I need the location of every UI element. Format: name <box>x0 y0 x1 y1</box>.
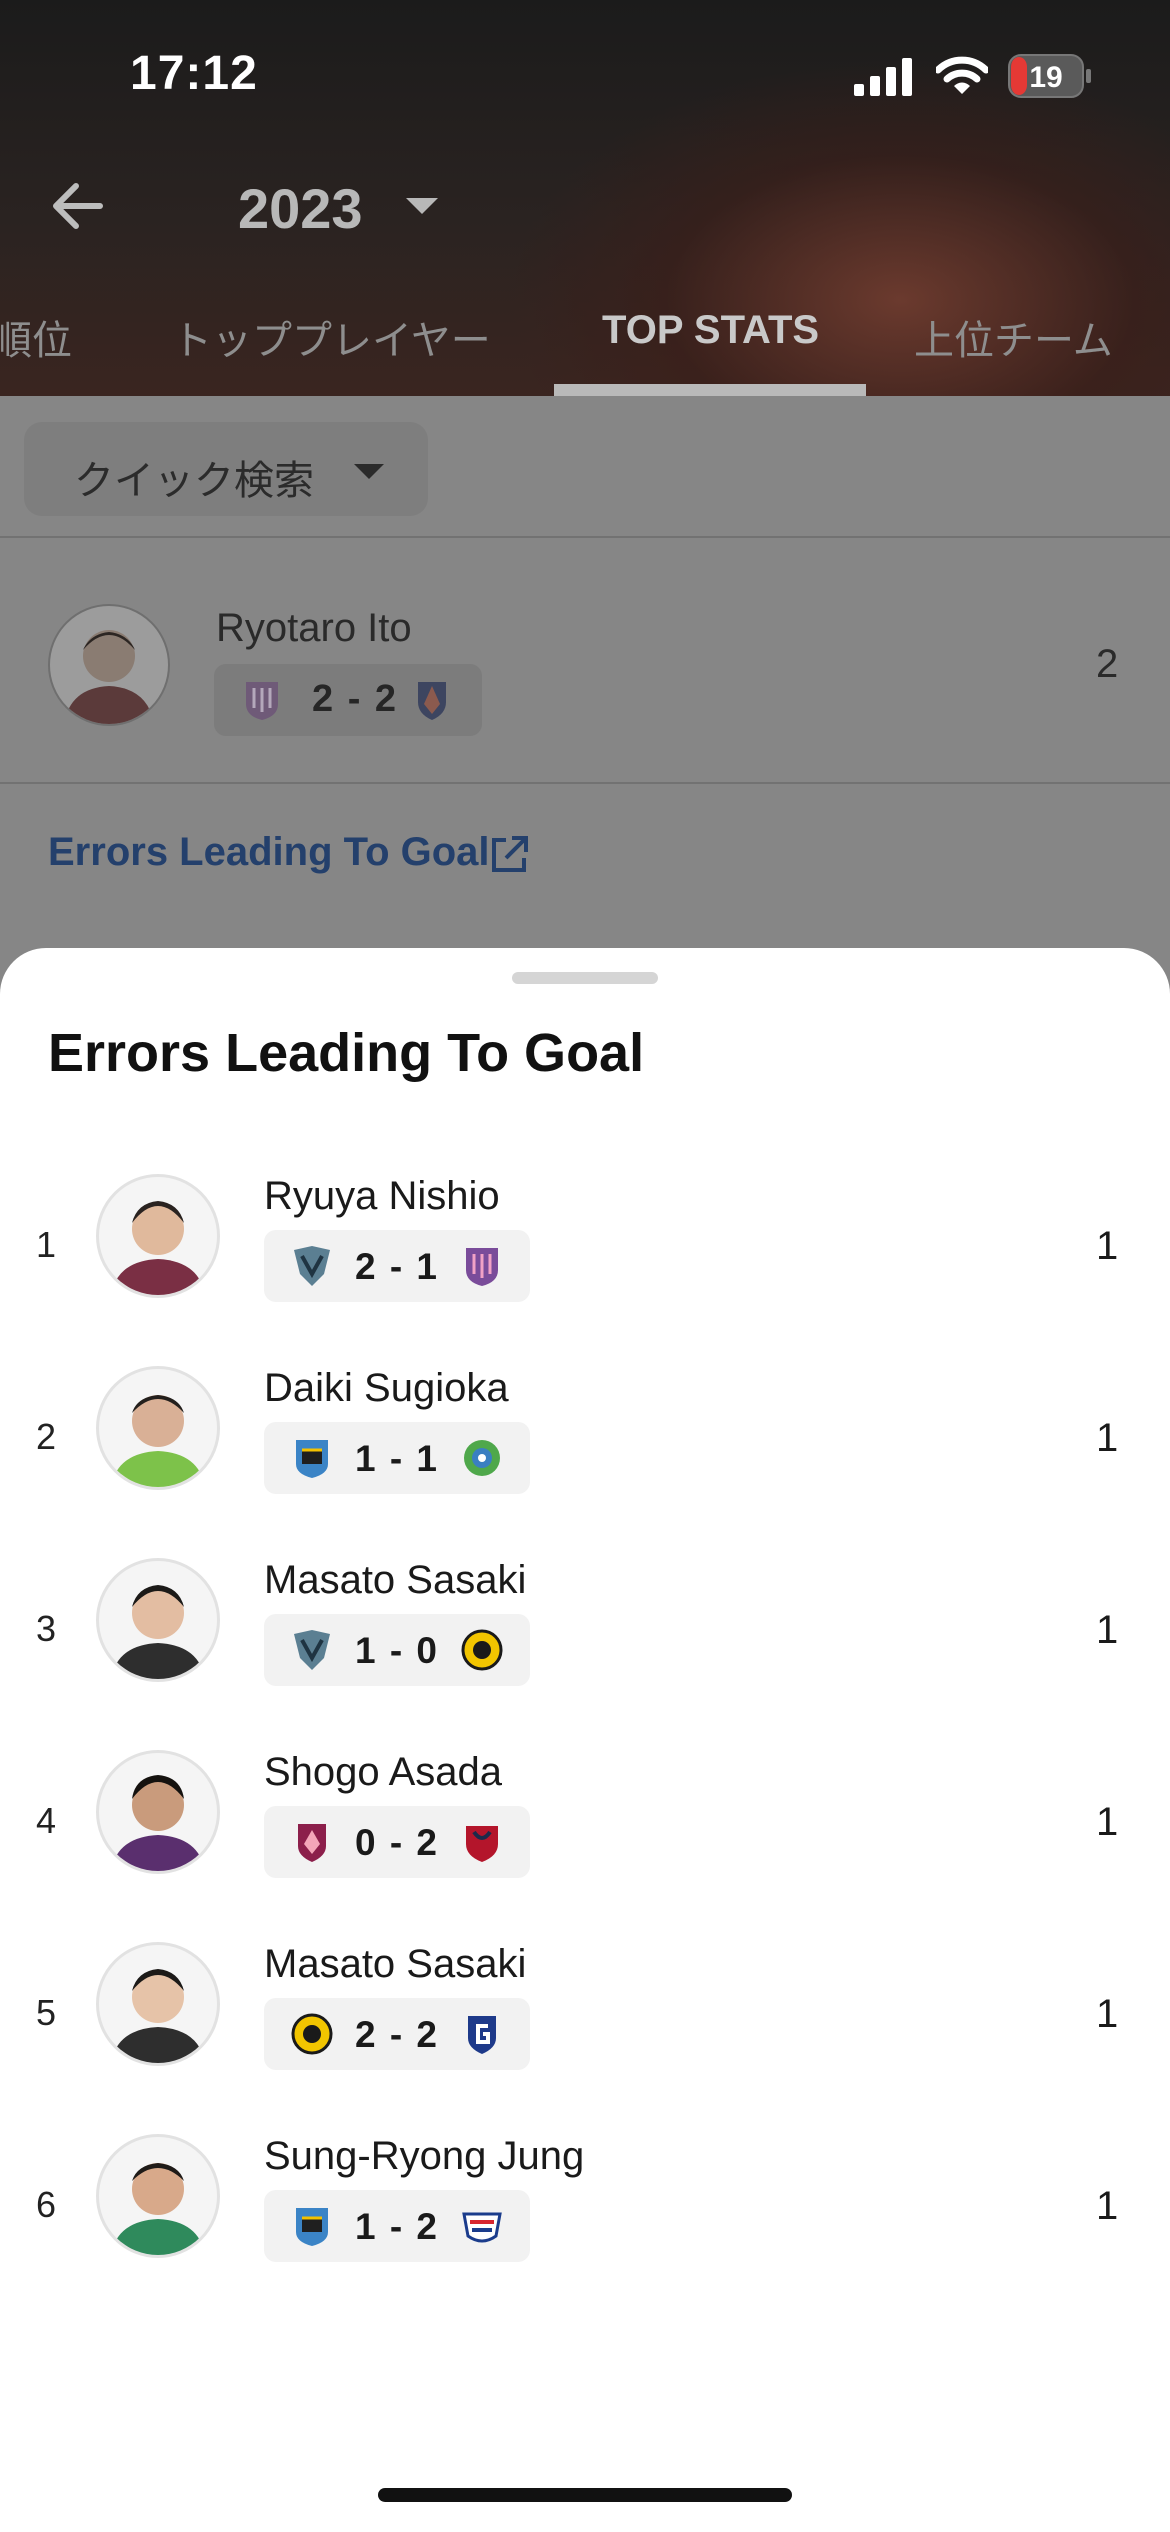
rank-number: 2 <box>36 1416 57 1457</box>
player-name: Shogo Asada <box>264 1750 502 1794</box>
player-name: Daiki Sugioka <box>264 1366 509 1410</box>
rank-number: 5 <box>36 1992 57 2033</box>
status-time: 17:12 <box>130 47 258 100</box>
sheet-title: Errors Leading To Goal <box>48 1023 645 1083</box>
sheet-drag-handle[interactable] <box>512 972 658 984</box>
tab-standings[interactable]: 順位 <box>0 308 72 366</box>
player-name: Sung-Ryong Jung <box>264 2134 585 2178</box>
cerezo-crest-icon <box>466 1248 498 1286</box>
cerezo-crest-icon <box>246 682 278 720</box>
battery-icon: 19 <box>1008 54 1091 98</box>
quick-search-dropdown[interactable]: クイック検索 <box>24 422 428 516</box>
year-selector[interactable]: 2023 <box>238 176 363 241</box>
year-dropdown-caret-icon[interactable] <box>406 198 438 214</box>
list-item[interactable]: 1 Ryuya Nishio 2 - 1 1 <box>0 1166 1170 1336</box>
player-name: Masato Sasaki <box>264 1558 527 1602</box>
stat-value: 1 <box>1096 1800 1119 1844</box>
rank-number: 1 <box>36 1224 57 1265</box>
list-item[interactable]: 3 Masato Sasaki 1 - 0 1 <box>0 1550 1170 1720</box>
battery-level: 19 <box>1029 61 1062 94</box>
match-score-chip[interactable]: 1 - 2 <box>264 2190 530 2262</box>
rank-number: 6 <box>36 2184 57 2225</box>
stat-value: 2 <box>1096 642 1119 686</box>
list-item[interactable]: 6 Sung-Ryong Jung 1 - 2 1 <box>0 2126 1170 2296</box>
player-name: Ryotaro Ito <box>216 606 412 650</box>
match-score-chip[interactable]: 0 - 2 <box>264 1806 530 1878</box>
rank-number: 3 <box>36 1608 57 1649</box>
sapporo-crest-icon <box>418 682 446 720</box>
match-score-chip[interactable]: 2 - 2 <box>264 1998 530 2070</box>
stat-value: 1 <box>1096 1416 1119 1460</box>
list-item[interactable]: 4 Shogo Asada 0 - 2 1 <box>0 1742 1170 1912</box>
avatar <box>48 604 170 726</box>
back-arrow-icon[interactable] <box>50 178 106 234</box>
bellmare-crest-icon <box>464 1440 500 1476</box>
tab-top-stats[interactable]: TOP STATS <box>602 308 819 353</box>
marinos-crest-icon <box>462 2212 502 2243</box>
wifi-icon <box>936 56 988 94</box>
stat-value: 1 <box>1096 1608 1119 1652</box>
tab-top-teams[interactable]: 上位チーム <box>914 308 1113 366</box>
match-score-chip[interactable]: 2 - 1 <box>264 1230 530 1302</box>
match-score-chip[interactable]: 1 - 1 <box>264 1422 530 1494</box>
external-link-icon[interactable] <box>488 834 530 876</box>
avatar <box>96 1942 220 2066</box>
errors-leading-to-goal-link[interactable]: Errors Leading To Goal <box>48 830 490 875</box>
tab-top-players[interactable]: トッププレイヤー <box>172 308 491 366</box>
match-score: 2 - 2 <box>312 678 399 720</box>
bottom-sheet: Errors Leading To Goal 1 Ryuya Nishio 2 … <box>0 948 1170 2532</box>
player-name: Masato Sasaki <box>264 1942 527 1986</box>
avatar <box>96 1750 220 1874</box>
divider <box>0 782 1170 784</box>
stat-value: 1 <box>1096 1992 1119 2036</box>
match-score-chip[interactable]: 1 - 0 <box>264 1614 530 1686</box>
avatar <box>96 1174 220 1298</box>
reysol-crest-icon <box>461 1629 503 1671</box>
cellular-signal-icon <box>854 58 912 96</box>
quick-search-label: クイック検索 <box>74 459 314 503</box>
avatar <box>96 1558 220 1682</box>
gamba-crest-icon <box>468 2016 496 2054</box>
divider <box>0 536 1170 538</box>
header-hero: 17:12 19 2023 順位 トッププレイヤー TOP STATS 上位チー… <box>0 0 1170 396</box>
avatar <box>96 2134 220 2258</box>
player-name: Ryuya Nishio <box>264 1174 500 1218</box>
rank-number: 4 <box>36 1800 57 1841</box>
avatar <box>96 1366 220 1490</box>
match-score-chip[interactable]: 2 - 2 <box>214 664 482 736</box>
list-item[interactable]: 5 Masato Sasaki 2 - 2 1 <box>0 1934 1170 2104</box>
chevron-down-icon <box>354 464 384 479</box>
active-tab-indicator <box>554 384 866 396</box>
home-indicator[interactable] <box>378 2488 792 2502</box>
list-item[interactable]: 2 Daiki Sugioka 1 - 1 1 <box>0 1358 1170 1528</box>
stat-value: 1 <box>1096 2184 1119 2228</box>
antlers-crest-icon <box>466 1826 498 1862</box>
stat-value: 1 <box>1096 1224 1119 1268</box>
